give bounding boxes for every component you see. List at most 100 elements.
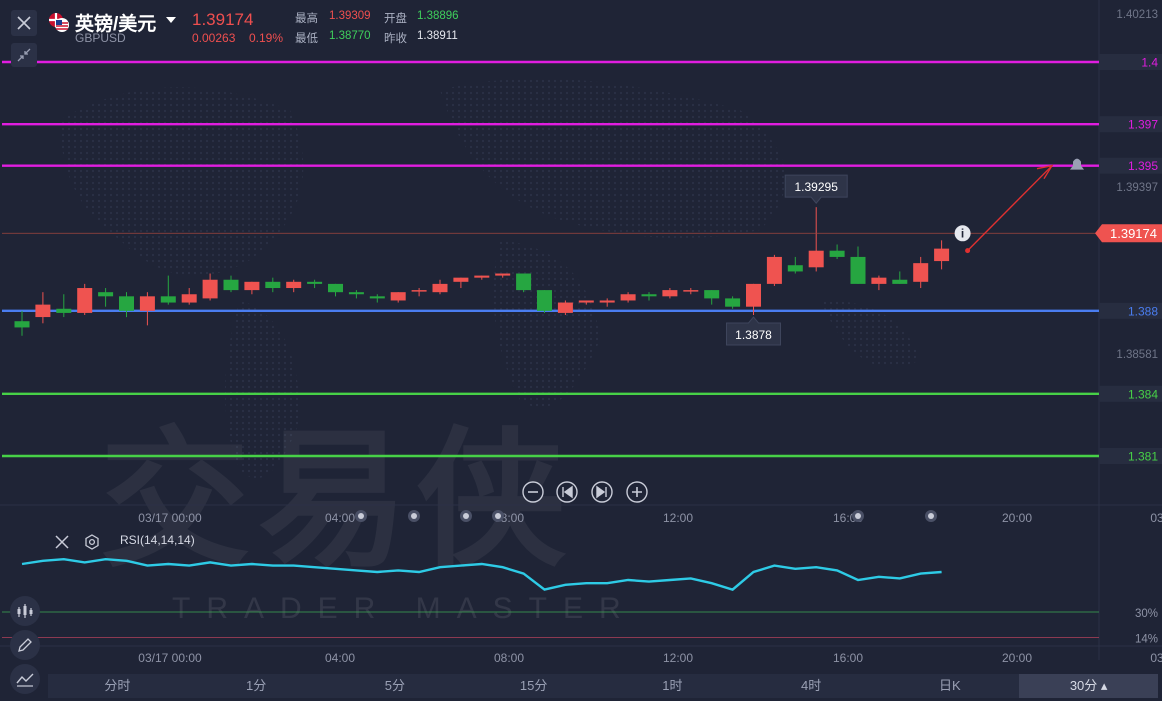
candle-body[interactable] — [599, 300, 615, 303]
collapse-button[interactable] — [11, 43, 37, 67]
timeframe-4时[interactable]: 4时 — [742, 674, 881, 698]
projection-arrow[interactable] — [967, 165, 1053, 252]
candle-body[interactable] — [662, 290, 678, 297]
timeframe-分时[interactable]: 分时 — [48, 674, 187, 698]
price-change: 0.00263 — [192, 31, 236, 45]
draw-tool-button[interactable] — [10, 630, 40, 660]
level-label: 1.397 — [1128, 118, 1158, 132]
zoom-in-button[interactable] — [626, 481, 648, 503]
timeframe-30分[interactable]: 30分 ▴ — [1019, 674, 1158, 698]
candle-body[interactable] — [35, 304, 51, 318]
settings-gear-icon[interactable] — [84, 534, 100, 550]
event-dot-core — [411, 513, 417, 519]
chart-type-button[interactable] — [10, 664, 40, 694]
candle-body[interactable] — [77, 288, 93, 313]
event-dot-core — [855, 513, 861, 519]
candle-body[interactable] — [829, 250, 845, 257]
candle-body[interactable] — [181, 294, 197, 303]
price-change-pct: 0.19% — [249, 31, 284, 45]
x-tick-label-bottom: 08:00 — [494, 651, 524, 665]
rsi-line[interactable] — [21, 557, 942, 591]
candle-body[interactable] — [432, 283, 448, 293]
chevron-down-icon[interactable] — [166, 16, 176, 24]
step-forward-button[interactable] — [591, 481, 613, 503]
candle-body[interactable] — [746, 283, 761, 307]
x-tick-label: 03 — [1150, 511, 1162, 525]
candle-body[interactable] — [620, 294, 636, 301]
x-tick-label-bottom: 03/17 00:00 — [138, 651, 202, 665]
open-value: 1.38896 — [417, 10, 459, 22]
prev-close-label: 昨收 — [384, 33, 407, 45]
x-tick-label-bottom: 20:00 — [1002, 651, 1032, 665]
candle-body[interactable] — [495, 273, 511, 276]
candle-body[interactable] — [223, 279, 239, 291]
step-back-button[interactable] — [556, 481, 578, 503]
candle-body[interactable] — [328, 283, 343, 293]
candle-body[interactable] — [453, 277, 469, 282]
low-label: 最低 — [295, 33, 318, 45]
candle-body[interactable] — [934, 248, 950, 262]
candle-body[interactable] — [808, 250, 824, 268]
x-tick-label-bottom: 04:00 — [325, 651, 355, 665]
candle-body[interactable] — [265, 281, 281, 289]
high-label: 最高 — [295, 13, 318, 25]
candle-body[interactable] — [704, 290, 720, 299]
bell-alert-icon[interactable] — [1070, 158, 1084, 170]
candle-body[interactable] — [641, 294, 657, 297]
candle-body[interactable] — [390, 292, 406, 301]
collapse-arrows-icon — [17, 48, 31, 62]
candle-body[interactable] — [348, 292, 364, 295]
candle-body[interactable] — [14, 321, 30, 328]
zoom-out-button[interactable] — [522, 481, 544, 503]
candle-body[interactable] — [474, 275, 490, 278]
candle-body[interactable] — [725, 298, 741, 307]
x-tick-label-bottom: 12:00 — [663, 651, 693, 665]
candle-body[interactable] — [578, 300, 594, 303]
candle-body[interactable] — [892, 279, 908, 284]
candles-icon — [17, 604, 33, 618]
candle-body[interactable] — [787, 265, 803, 272]
candle-body[interactable] — [537, 290, 552, 311]
x-tick-label: 04:00 — [325, 511, 355, 525]
timeframe-bar: 分时 1分 5分 15分 1时 4时 日K 30分 ▴ — [48, 674, 1158, 698]
candlestick-chart[interactable]: 1.40213 1.39397 1.38581 1.4 1.397 1.395 1.388 1… — [0, 0, 1162, 701]
candle-body[interactable] — [913, 263, 929, 282]
indicator-tool-button[interactable] — [10, 596, 40, 626]
candle-body[interactable] — [119, 296, 134, 311]
candle-body[interactable] — [766, 256, 782, 284]
candle-body[interactable] — [139, 296, 155, 311]
timeframe-5分[interactable]: 5分 — [326, 674, 465, 698]
timeframe-15分[interactable]: 15分 — [464, 674, 603, 698]
candle-body[interactable] — [369, 296, 385, 299]
y-tick-label: 1.39397 — [1116, 182, 1158, 194]
candle-body[interactable] — [286, 281, 302, 289]
candle-body[interactable] — [871, 277, 887, 284]
timeframe-1时[interactable]: 1时 — [603, 674, 742, 698]
candle-body[interactable] — [202, 279, 218, 299]
info-marker-glyph: i — [961, 226, 964, 240]
x-tick-label-bottom: 16:00 — [833, 651, 863, 665]
low-callout-label: 1.3878 — [735, 328, 772, 342]
rsi-title: RSI(14,14,14) — [120, 533, 195, 547]
candle-body[interactable] — [850, 256, 866, 284]
candle-body[interactable] — [557, 302, 573, 313]
candle-body[interactable] — [160, 296, 176, 303]
candle-body[interactable] — [516, 273, 532, 291]
candle-body[interactable] — [98, 292, 114, 297]
candle-body[interactable] — [56, 308, 72, 313]
candle-body[interactable] — [307, 281, 323, 284]
last-price-tag-label: 1.39174 — [1110, 226, 1157, 241]
projection-anchor — [965, 248, 971, 254]
y-tick-label: 1.40213 — [1116, 9, 1158, 21]
line-chart-icon — [16, 673, 34, 687]
close-button[interactable] — [11, 10, 37, 36]
x-tick-label: 20:00 — [1002, 511, 1032, 525]
y-tick-label: 1.38581 — [1116, 349, 1158, 361]
candle-body[interactable] — [244, 281, 260, 291]
prev-close-value: 1.38911 — [417, 30, 458, 42]
close-indicator-icon[interactable] — [54, 534, 70, 550]
timeframe-日K[interactable]: 日K — [881, 674, 1020, 698]
candle-body[interactable] — [683, 290, 699, 292]
candle-body[interactable] — [411, 290, 427, 292]
timeframe-1分[interactable]: 1分 — [187, 674, 326, 698]
